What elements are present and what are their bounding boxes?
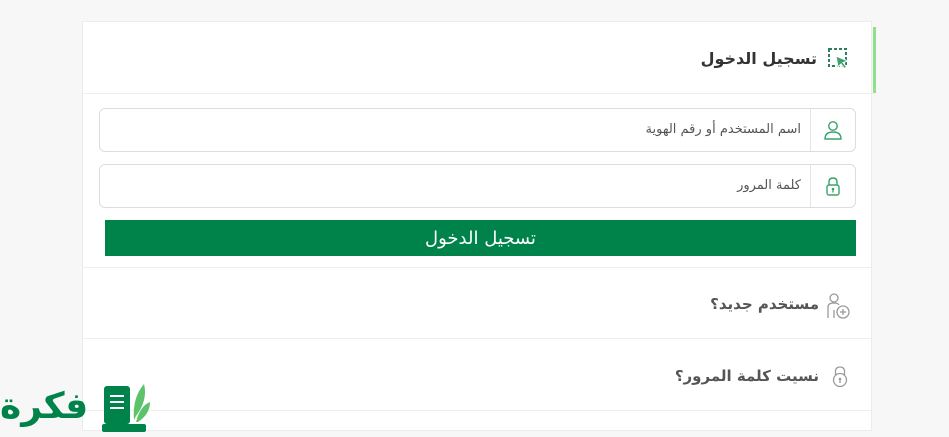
divider — [83, 410, 873, 411]
logo-wordmark: فكرة — [0, 386, 89, 427]
login-title: تسجيل الدخول — [700, 49, 817, 68]
site-logo: فكرة — [0, 374, 160, 437]
lock-icon — [832, 366, 848, 388]
login-button[interactable]: تسجيل الدخول — [105, 220, 856, 256]
lock-icon — [826, 177, 840, 196]
book-leaf-icon — [102, 384, 150, 432]
new-user-link[interactable]: مستخدم جديد؟ — [83, 268, 873, 338]
forgot-password-label: نسيت كلمة المرور؟ — [674, 367, 819, 385]
user-icon — [824, 121, 842, 140]
login-header: تسجيل الدخول — [83, 22, 876, 94]
header-accent-bar — [873, 27, 876, 93]
password-placeholder: كلمة المرور — [737, 178, 801, 193]
login-card: تسجيل الدخول اسم المستخدم أو رقم الهوية … — [82, 21, 876, 431]
add-user-icon — [827, 293, 850, 319]
password-icon-box — [810, 165, 855, 207]
forgot-password-link[interactable]: نسيت كلمة المرور؟ — [83, 340, 873, 410]
password-field[interactable]: كلمة المرور — [99, 164, 856, 208]
username-field[interactable]: اسم المستخدم أو رقم الهوية — [99, 108, 856, 152]
username-placeholder: اسم المستخدم أو رقم الهوية — [645, 122, 801, 137]
cursor-select-icon — [827, 47, 851, 71]
divider — [83, 338, 873, 339]
new-user-label: مستخدم جديد؟ — [710, 295, 819, 313]
username-icon-box — [810, 109, 855, 151]
